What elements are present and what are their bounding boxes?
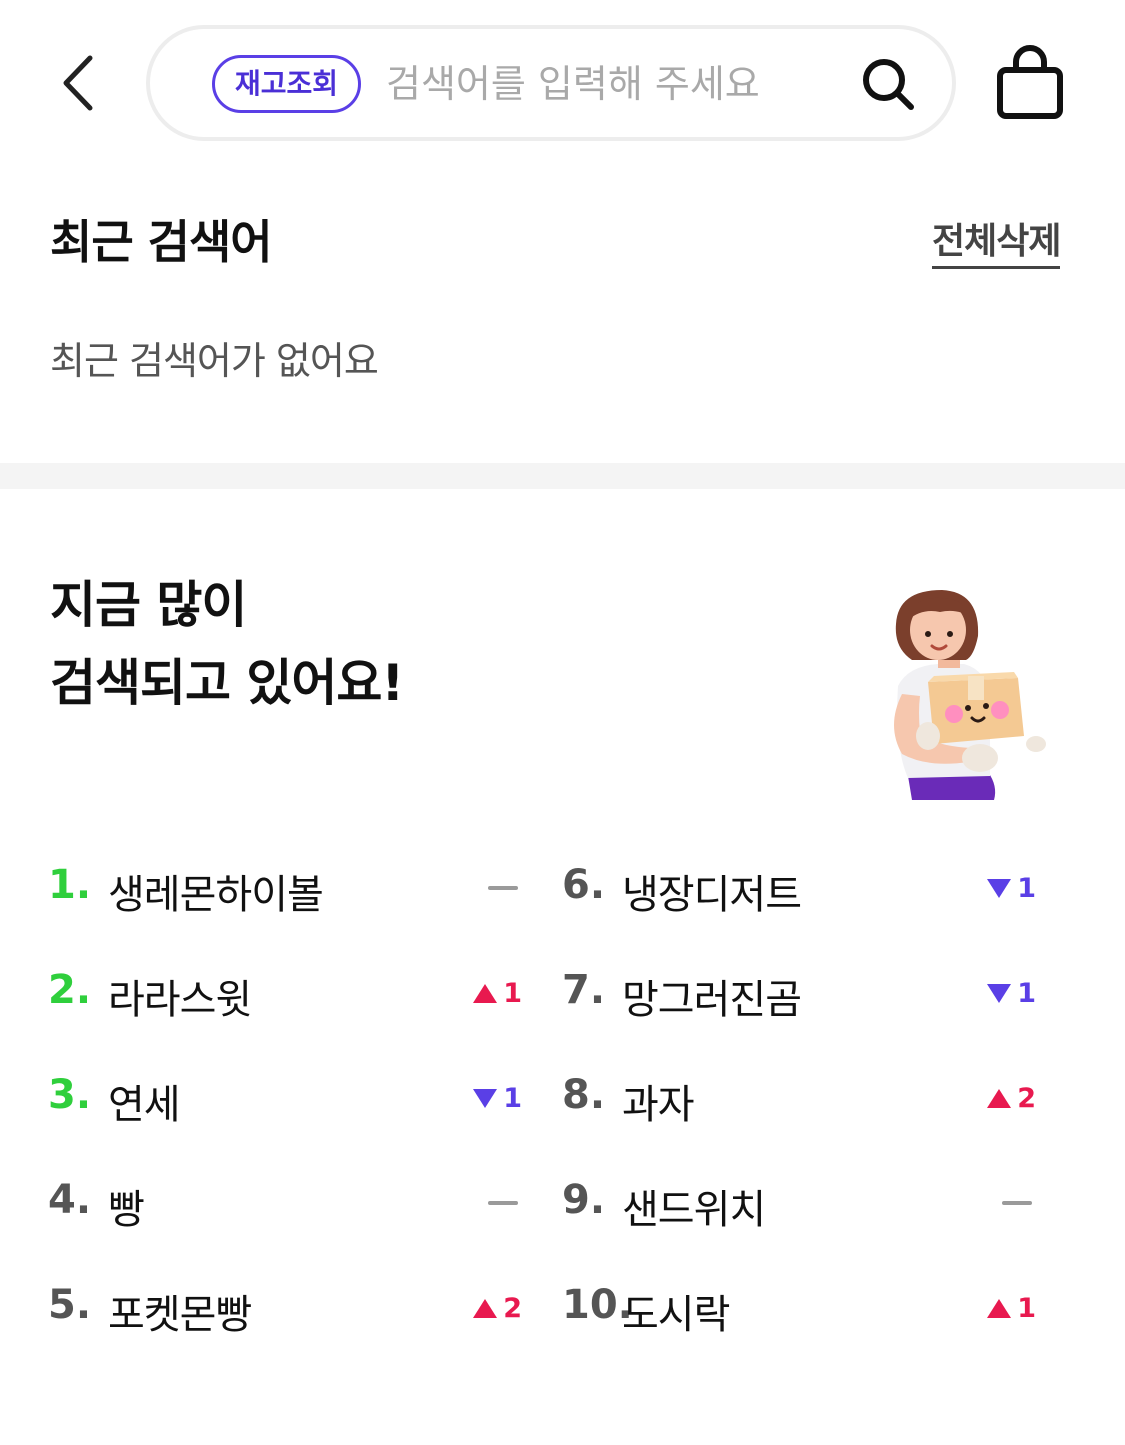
character-holding-box-illustration bbox=[894, 590, 1046, 800]
triangle-up-icon bbox=[987, 1298, 1012, 1318]
trending-title-line1: 지금 많이 bbox=[50, 576, 247, 634]
top-bar: 재고조회 bbox=[0, 0, 1125, 160]
rank-number: 4. bbox=[48, 1177, 92, 1223]
rank-term: 망그러진곰 bbox=[622, 977, 802, 1023]
trending-item[interactable]: 2. 라라스윗 1 bbox=[48, 939, 548, 1044]
rank-change-same bbox=[488, 1185, 522, 1221]
rank-number: 9. bbox=[562, 1177, 606, 1223]
triangle-down-icon bbox=[473, 1088, 498, 1108]
recent-empty-message: 최근 검색어가 없어요 bbox=[50, 339, 379, 383]
triangle-up-icon bbox=[473, 1298, 498, 1318]
rank-term: 라라스윗 bbox=[108, 977, 252, 1023]
stock-check-chip[interactable]: 재고조회 bbox=[212, 55, 362, 113]
rank-change-amount: 2 bbox=[503, 1292, 522, 1324]
rank-change-down: 1 bbox=[987, 870, 1036, 906]
rank-term: 연세 bbox=[108, 1082, 181, 1128]
chevron-left-icon bbox=[63, 55, 93, 111]
rank-change-amount: 1 bbox=[1017, 1292, 1036, 1324]
rank-term: 과자 bbox=[622, 1082, 695, 1128]
rank-number: 3. bbox=[48, 1072, 92, 1118]
rank-number: 8. bbox=[562, 1072, 606, 1118]
rank-change-up: 2 bbox=[473, 1290, 522, 1326]
rank-change-same bbox=[488, 870, 522, 906]
search-icon bbox=[863, 59, 914, 110]
rank-change-up: 1 bbox=[987, 1290, 1036, 1326]
trending-item[interactable]: 7. 망그러진곰 1 bbox=[562, 939, 1062, 1044]
trending-item[interactable]: 6. 냉장디저트 1 bbox=[562, 834, 1062, 939]
rank-term: 생레몬하이볼 bbox=[108, 872, 324, 918]
trending-item[interactable]: 1. 생레몬하이볼 bbox=[48, 834, 548, 939]
rank-term: 빵 bbox=[108, 1187, 145, 1233]
rank-change-amount: 1 bbox=[1017, 872, 1036, 904]
search-button[interactable] bbox=[858, 54, 918, 114]
rank-change-down: 1 bbox=[473, 1080, 522, 1116]
triangle-up-icon bbox=[473, 983, 498, 1003]
search-input[interactable] bbox=[386, 57, 826, 111]
rank-change-amount: 1 bbox=[1017, 977, 1036, 1009]
rank-number: 2. bbox=[48, 967, 92, 1013]
trending-title: 지금 많이 검색되고 있어요! bbox=[50, 566, 404, 722]
rank-number: 6. bbox=[562, 862, 606, 908]
no-change-dash-icon bbox=[488, 1201, 518, 1205]
trending-item[interactable]: 8. 과자 2 bbox=[562, 1044, 1062, 1149]
triangle-up-icon bbox=[987, 1088, 1012, 1108]
rank-change-amount: 1 bbox=[503, 1082, 522, 1114]
trending-item[interactable]: 10. 도시락 1 bbox=[562, 1254, 1062, 1359]
section-divider bbox=[0, 463, 1125, 489]
trending-item[interactable]: 4. 빵 bbox=[48, 1149, 548, 1254]
rank-number: 5. bbox=[48, 1282, 92, 1328]
trending-item[interactable]: 5. 포켓몬빵 2 bbox=[48, 1254, 548, 1359]
rank-term: 샌드위치 bbox=[622, 1187, 766, 1233]
recent-searches-title: 최근 검색어 bbox=[50, 215, 273, 269]
rank-change-up: 1 bbox=[473, 975, 522, 1011]
rank-number: 1. bbox=[48, 862, 92, 908]
trending-list-right: 6. 냉장디저트 1 7. 망그러진곰 1 8. 과자 2 9. 샌드위치 10… bbox=[562, 834, 1062, 1359]
delete-all-button[interactable]: 전체삭제 bbox=[932, 212, 1061, 269]
back-button[interactable] bbox=[48, 48, 112, 118]
no-change-dash-icon bbox=[488, 886, 518, 890]
rank-change-up: 2 bbox=[987, 1080, 1036, 1116]
rank-number: 7. bbox=[562, 967, 606, 1013]
trending-title-line2: 검색되고 있어요! bbox=[50, 654, 404, 712]
rank-term: 도시락 bbox=[622, 1292, 730, 1338]
triangle-down-icon bbox=[987, 983, 1012, 1003]
trending-list-left: 1. 생레몬하이볼 2. 라라스윗 1 3. 연세 1 4. 빵 5. 포켓몬빵… bbox=[48, 834, 548, 1359]
triangle-down-icon bbox=[987, 878, 1012, 898]
rank-term: 포켓몬빵 bbox=[108, 1292, 252, 1338]
cart-button[interactable] bbox=[994, 44, 1066, 122]
rank-change-same bbox=[1002, 1185, 1036, 1221]
shopping-bag-icon bbox=[997, 45, 1063, 119]
rank-change-amount: 2 bbox=[1017, 1082, 1036, 1114]
rank-term: 냉장디저트 bbox=[622, 872, 802, 918]
no-change-dash-icon bbox=[1002, 1201, 1032, 1205]
trending-item[interactable]: 3. 연세 1 bbox=[48, 1044, 548, 1149]
rank-change-down: 1 bbox=[987, 975, 1036, 1011]
search-bar[interactable]: 재고조회 bbox=[146, 25, 956, 141]
trending-item[interactable]: 9. 샌드위치 bbox=[562, 1149, 1062, 1254]
rank-change-amount: 1 bbox=[503, 977, 522, 1009]
